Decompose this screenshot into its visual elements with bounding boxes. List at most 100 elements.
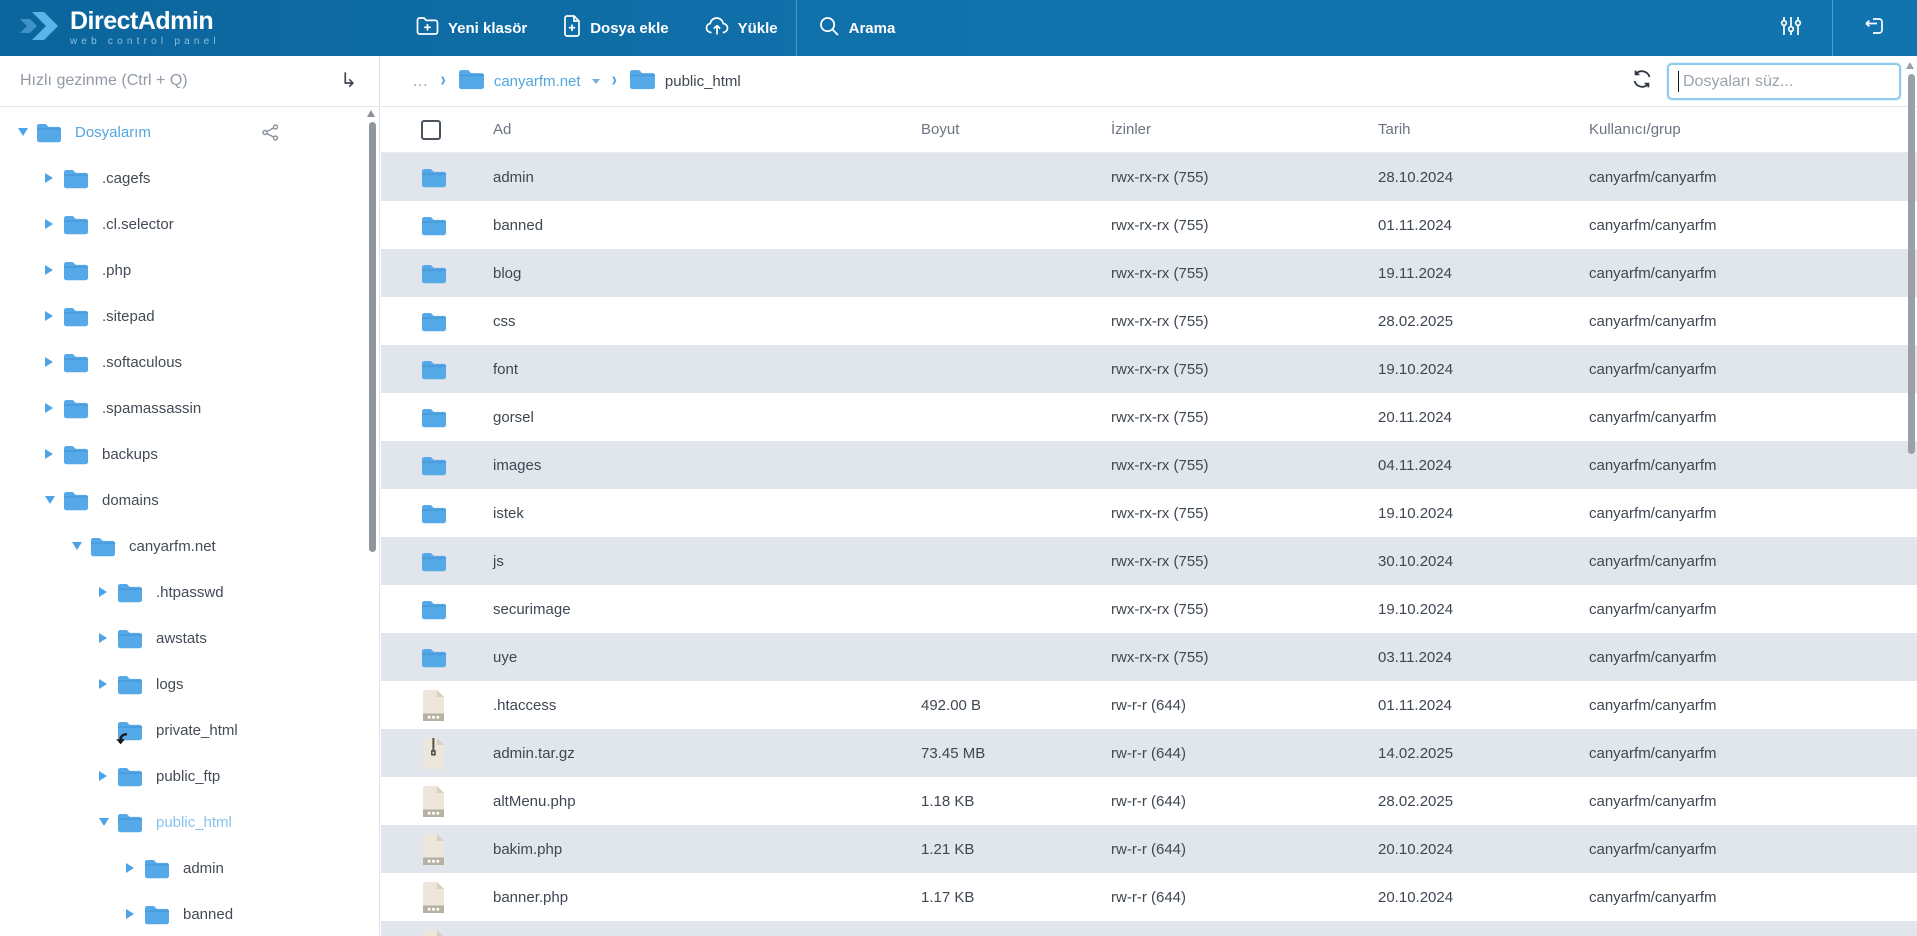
table-row-admin[interactable]: adminrwx-rx-rx (755)28.10.2024canyarfm/c… <box>381 153 1917 201</box>
tree-item-banned[interactable]: banned <box>0 891 379 936</box>
caret-right-icon[interactable] <box>126 863 140 873</box>
chevron-down-icon[interactable] <box>592 79 600 84</box>
tree-item-backups[interactable]: backups <box>0 431 379 477</box>
table-row-bakim.php[interactable]: bakim.php1.21 KBrw-r-r (644)20.10.2024ca… <box>381 825 1917 873</box>
tree-item-private_html[interactable]: private_html <box>0 707 379 753</box>
column-header-date[interactable]: Tarih <box>1378 121 1589 138</box>
caret-right-icon[interactable] <box>45 403 59 413</box>
tree-item-.cl.selector[interactable]: .cl.selector <box>0 201 379 247</box>
tree-item-.softaculous[interactable]: .softaculous <box>0 339 379 385</box>
table-row-images[interactable]: imagesrwx-rx-rx (755)04.11.2024canyarfm/… <box>381 441 1917 489</box>
caret-right-icon[interactable] <box>99 587 113 597</box>
folder-icon <box>117 628 143 649</box>
tree-item-domains[interactable]: domains <box>0 477 379 523</box>
caret-right-icon[interactable] <box>45 357 59 367</box>
table-row-banner.php[interactable]: banner.php1.17 KBrw-r-r (644)20.10.2024c… <box>381 873 1917 921</box>
upload-button[interactable]: Yükle <box>687 0 796 56</box>
tree-item-awstats[interactable]: awstats <box>0 615 379 661</box>
table-row-securimage[interactable]: securimagerwx-rx-rx (755)19.10.2024canya… <box>381 585 1917 633</box>
caret-right-icon[interactable] <box>45 311 59 321</box>
file-owner: canyarfm/canyarfm <box>1589 313 1917 330</box>
caret-down-icon[interactable] <box>72 542 86 550</box>
folder-icon <box>144 858 170 879</box>
file-plus-icon <box>563 15 581 41</box>
breadcrumb-item-canyarfm.net[interactable]: canyarfm.net <box>458 68 600 95</box>
caret-right-icon[interactable] <box>99 771 113 781</box>
table-row-font[interactable]: fontrwx-rx-rx (755)19.10.2024canyarfm/ca… <box>381 345 1917 393</box>
table-row-blog[interactable]: blogrwx-rx-rx (755)19.11.2024canyarfm/ca… <box>381 249 1917 297</box>
tree-item-label: private_html <box>156 722 238 739</box>
tree-item-label: .softaculous <box>102 354 182 371</box>
tree-item-Dosyalarım[interactable]: Dosyalarım <box>0 109 379 155</box>
return-arrow-icon: ↳ <box>340 68 357 93</box>
share-nodes-icon[interactable] <box>262 124 279 141</box>
search-button[interactable]: Arama <box>797 0 914 56</box>
table-row-js[interactable]: jsrwx-rx-rx (755)30.10.2024canyarfm/cany… <box>381 537 1917 585</box>
sidebar-scrollbar-up-arrow[interactable] <box>367 110 375 117</box>
column-header-owner[interactable]: Kullanıcı/grup <box>1589 121 1917 138</box>
table-row-admin.tar.gz[interactable]: admin.tar.gz73.45 MBrw-r-r (644)14.02.20… <box>381 729 1917 777</box>
table-row-uye[interactable]: uyerwx-rx-rx (755)03.11.2024canyarfm/can… <box>381 633 1917 681</box>
main-scrollbar-up-arrow[interactable] <box>1906 62 1914 69</box>
filter-files-input[interactable] <box>1667 63 1901 100</box>
file-name: js <box>493 553 921 570</box>
caret-right-icon[interactable] <box>45 449 59 459</box>
refresh-button[interactable] <box>1631 68 1653 95</box>
caret-right-icon[interactable] <box>126 909 140 919</box>
folder-icon <box>421 496 447 530</box>
caret-right-icon[interactable] <box>99 679 113 689</box>
tree-item-canyarfm.net[interactable]: canyarfm.net <box>0 523 379 569</box>
tree-item-.spamassassin[interactable]: .spamassassin <box>0 385 379 431</box>
tree-item-public_ftp[interactable]: public_ftp <box>0 753 379 799</box>
folder-icon <box>63 260 89 281</box>
directadmin-file-manager: DirectAdmin web control panel Yeni klasö… <box>0 0 1917 936</box>
tree-item-public_html[interactable]: public_html <box>0 799 379 845</box>
select-all-checkbox[interactable] <box>421 120 441 140</box>
caret-right-icon[interactable] <box>99 633 113 643</box>
folder-icon <box>117 812 143 833</box>
file-permissions: rwx-rx-rx (755) <box>1111 361 1378 378</box>
column-header-name[interactable]: Ad <box>493 121 921 138</box>
file-date: 19.10.2024 <box>1378 601 1589 618</box>
tree-item-label: banned <box>183 906 233 923</box>
tree-item-label: .spamassassin <box>102 400 201 417</box>
table-row-.htaccess[interactable]: .htaccess492.00 Brw-r-r (644)01.11.2024c… <box>381 681 1917 729</box>
caret-down-icon[interactable] <box>45 496 59 504</box>
logout-button[interactable] <box>1833 0 1917 56</box>
column-header-permissions[interactable]: İzinler <box>1111 121 1378 138</box>
main-scrollbar[interactable] <box>1908 74 1915 454</box>
table-row-altMenu.php[interactable]: altMenu.php1.18 KBrw-r-r (644)28.02.2025… <box>381 777 1917 825</box>
file-name: banner.php <box>493 889 921 906</box>
table-row-gorsel[interactable]: gorselrwx-rx-rx (755)20.11.2024canyarfm/… <box>381 393 1917 441</box>
folder-icon <box>421 256 447 290</box>
column-header-size[interactable]: Boyut <box>921 121 1111 138</box>
add-file-label: Dosya ekle <box>590 20 668 37</box>
directadmin-logo[interactable]: DirectAdmin web control panel <box>0 7 362 50</box>
breadcrumb-ellipsis[interactable]: ... <box>413 73 429 90</box>
table-row-banned[interactable]: bannedrwx-rx-rx (755)01.11.2024canyarfm/… <box>381 201 1917 249</box>
table-row-css[interactable]: cssrwx-rx-rx (755)28.02.2025canyarfm/can… <box>381 297 1917 345</box>
file-size: 492.00 B <box>921 697 1111 714</box>
file-name: font <box>493 361 921 378</box>
tree-item-.htpasswd[interactable]: .htpasswd <box>0 569 379 615</box>
caret-down-icon[interactable] <box>18 128 32 136</box>
breadcrumb-item-public_html[interactable]: public_html <box>629 68 741 95</box>
sidebar-scrollbar[interactable] <box>369 122 376 552</box>
folder-icon <box>421 352 447 386</box>
tree-item-.sitepad[interactable]: .sitepad <box>0 293 379 339</box>
caret-right-icon[interactable] <box>45 265 59 275</box>
tree-item-.cagefs[interactable]: .cagefs <box>0 155 379 201</box>
new-folder-button[interactable]: Yeni klasör <box>398 0 545 56</box>
tree-item-.php[interactable]: .php <box>0 247 379 293</box>
table-row-istek[interactable]: istekrwx-rx-rx (755)19.10.2024canyarfm/c… <box>381 489 1917 537</box>
tree-item-admin[interactable]: admin <box>0 845 379 891</box>
settings-sliders-button[interactable] <box>1750 0 1832 56</box>
folder-icon <box>421 400 447 434</box>
caret-down-icon[interactable] <box>99 818 113 826</box>
caret-right-icon[interactable] <box>45 219 59 229</box>
table-row-partial[interactable] <box>381 921 1917 936</box>
caret-right-icon[interactable] <box>45 173 59 183</box>
add-file-button[interactable]: Dosya ekle <box>545 0 686 56</box>
tree-item-logs[interactable]: logs <box>0 661 379 707</box>
quick-navigation-input[interactable] <box>20 72 320 90</box>
